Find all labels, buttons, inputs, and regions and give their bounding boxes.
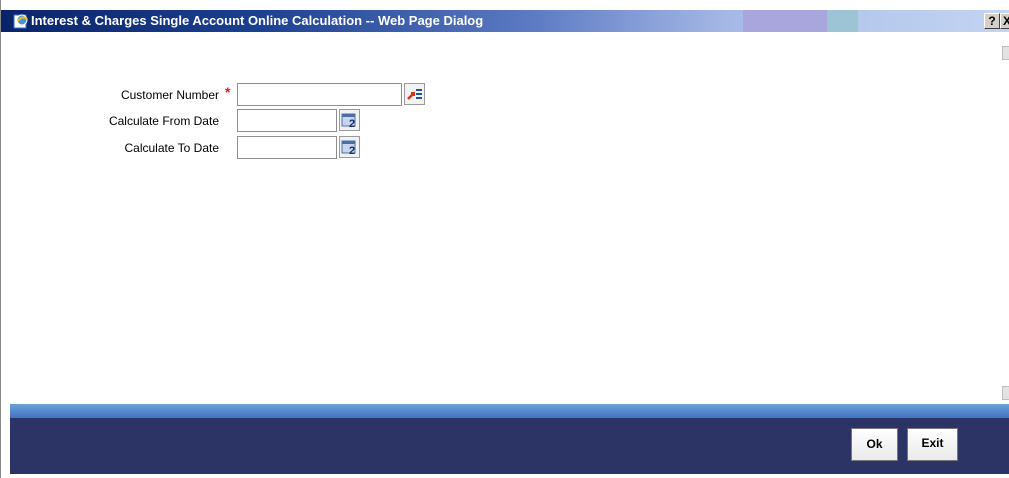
required-indicator: *	[225, 84, 231, 100]
close-button[interactable]: X	[1000, 13, 1009, 29]
calendar-icon: 2	[341, 113, 356, 130]
calendar-icon: 2	[341, 140, 356, 157]
scroll-down-arrow[interactable]	[1002, 386, 1009, 400]
calculate-to-date-label: Calculate To Date	[124, 141, 220, 155]
title-bar-highlight	[743, 10, 827, 32]
ok-button[interactable]: Ok	[851, 428, 898, 461]
footer-divider-bar	[10, 404, 1009, 418]
to-date-calendar-button[interactable]: 2	[339, 136, 360, 158]
svg-text:2: 2	[349, 145, 355, 157]
calculate-from-date-input[interactable]	[237, 109, 337, 132]
from-date-calendar-button[interactable]: 2	[339, 109, 360, 131]
title-bar-highlight-2	[827, 10, 858, 32]
calculate-to-date-input[interactable]	[237, 136, 337, 159]
help-button[interactable]: ?	[984, 13, 1000, 29]
list-of-values-icon	[407, 89, 422, 100]
customer-number-label: Customer Number	[120, 88, 219, 102]
svg-text:2: 2	[349, 118, 355, 130]
title-bar[interactable]: Interest & Charges Single Account Online…	[1, 10, 1009, 32]
calculate-from-date-label: Calculate From Date	[108, 114, 219, 128]
customer-number-input[interactable]	[237, 83, 402, 106]
ie-page-icon	[13, 14, 28, 29]
dialog-title: Interest & Charges Single Account Online…	[31, 13, 484, 28]
dialog-window: Interest & Charges Single Account Online…	[0, 0, 1009, 478]
scroll-up-arrow[interactable]	[1002, 46, 1009, 60]
customer-list-button[interactable]	[404, 83, 425, 105]
exit-button[interactable]: Exit	[907, 428, 958, 461]
